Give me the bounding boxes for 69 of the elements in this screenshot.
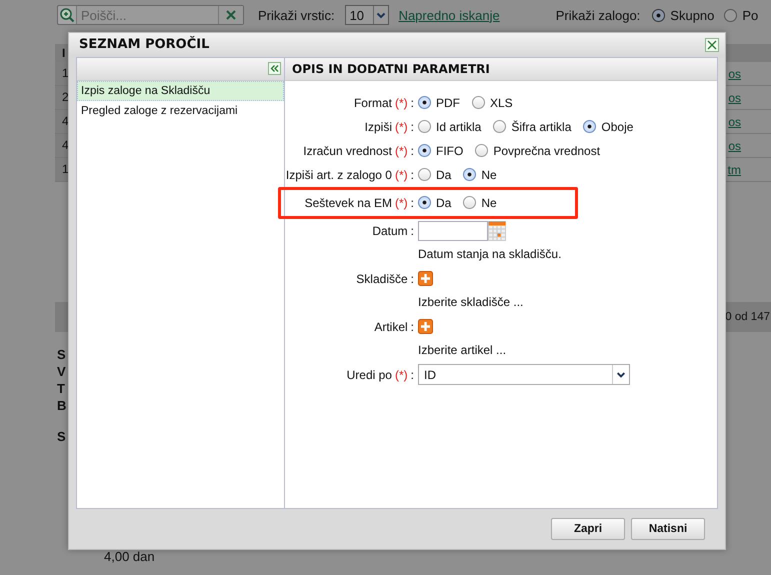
field-label: Uredi po [346, 368, 392, 382]
double-chevron-icon [270, 64, 279, 74]
radio-button[interactable]: XLS [472, 96, 513, 110]
label-colon: : [410, 320, 414, 334]
radio-button[interactable]: Oboje [583, 120, 634, 134]
field-label: Seštevek na EM [304, 196, 392, 210]
add-icon[interactable] [418, 271, 433, 286]
label-colon: : [410, 272, 414, 286]
label-colon: : [410, 196, 414, 210]
field-label: Izpiši [364, 120, 392, 134]
field-label: Artikel [374, 320, 408, 334]
field-hint: Izberite skladišče ... [418, 294, 524, 311]
field-label: Skladišče [356, 272, 408, 286]
label-colon: : [410, 168, 414, 182]
radio-button[interactable]: Šifra artikla [493, 120, 572, 134]
detail-label: S [57, 346, 66, 363]
required-mark: (*) [394, 168, 408, 182]
radio-button[interactable]: Povprečna vrednost [475, 144, 600, 158]
field-hint: Datum stanja na skladišču. [418, 246, 562, 263]
add-icon[interactable] [418, 319, 433, 334]
field-label: Datum [372, 224, 408, 238]
date-field[interactable] [418, 220, 488, 241]
required-mark: (*) [394, 96, 408, 110]
required-mark: (*) [394, 368, 408, 382]
rows-select[interactable]: 10 [344, 5, 389, 25]
panel-header: OPIS IN DODATNI PARAMETRI [285, 58, 717, 81]
pager-text: 0 od 147 [725, 311, 770, 323]
radio-button[interactable]: PDF [418, 96, 460, 110]
collapse-button[interactable] [268, 62, 281, 76]
report-item[interactable]: Izpis zaloge na Skladišču [77, 80, 284, 101]
label-colon: : [410, 120, 414, 134]
detail-label: S [57, 428, 66, 445]
stock-label: Prikaži zalogo: [556, 8, 640, 22]
close-button[interactable] [705, 38, 719, 52]
field-label: Izpiši art. z zalogo 0 [286, 168, 392, 182]
caret-icon [372, 6, 388, 24]
calendar-icon[interactable] [488, 220, 506, 241]
search-field[interactable]: Poišči... [57, 5, 244, 25]
radio-button[interactable]: FIFO [418, 144, 464, 158]
radio-button[interactable]: Id artikla [418, 120, 482, 134]
label-colon: : [410, 224, 414, 238]
field-label: Izračun vrednost [303, 144, 392, 158]
report-item[interactable]: Pregled zaloge z rezervacijami [77, 100, 284, 121]
label-colon: : [410, 96, 414, 110]
dialog-button[interactable]: Zapri [551, 518, 625, 540]
sort-select[interactable]: ID [418, 364, 630, 386]
label-colon: : [410, 144, 414, 158]
clear-button[interactable] [219, 6, 243, 24]
field-label: Format [354, 96, 392, 110]
close-icon [707, 40, 717, 50]
close-icon [226, 10, 236, 20]
required-mark: (*) [394, 120, 408, 134]
detail-label: B [57, 397, 66, 414]
dialog-button[interactable]: Natisni [631, 518, 705, 540]
field-hint: Izberite artikel ... [418, 342, 508, 359]
rows-label: Prikaži vrstic: [258, 8, 335, 22]
quantity-text: 4,00 dan [104, 549, 155, 564]
radio-button[interactable]: Ne [463, 196, 497, 210]
required-mark: (*) [394, 144, 408, 158]
label-colon: : [410, 368, 414, 382]
radio-button[interactable]: Ne [463, 168, 497, 182]
detail-label: V [57, 363, 66, 380]
required-mark: (*) [394, 196, 408, 210]
radio-button[interactable]: Da [418, 168, 452, 182]
radio-button[interactable]: Po [724, 8, 758, 22]
radio-button[interactable]: Skupno [652, 8, 714, 22]
zoom-in-icon[interactable] [58, 6, 76, 24]
radio-button[interactable]: Da [418, 196, 452, 210]
detail-label: T [57, 380, 65, 397]
